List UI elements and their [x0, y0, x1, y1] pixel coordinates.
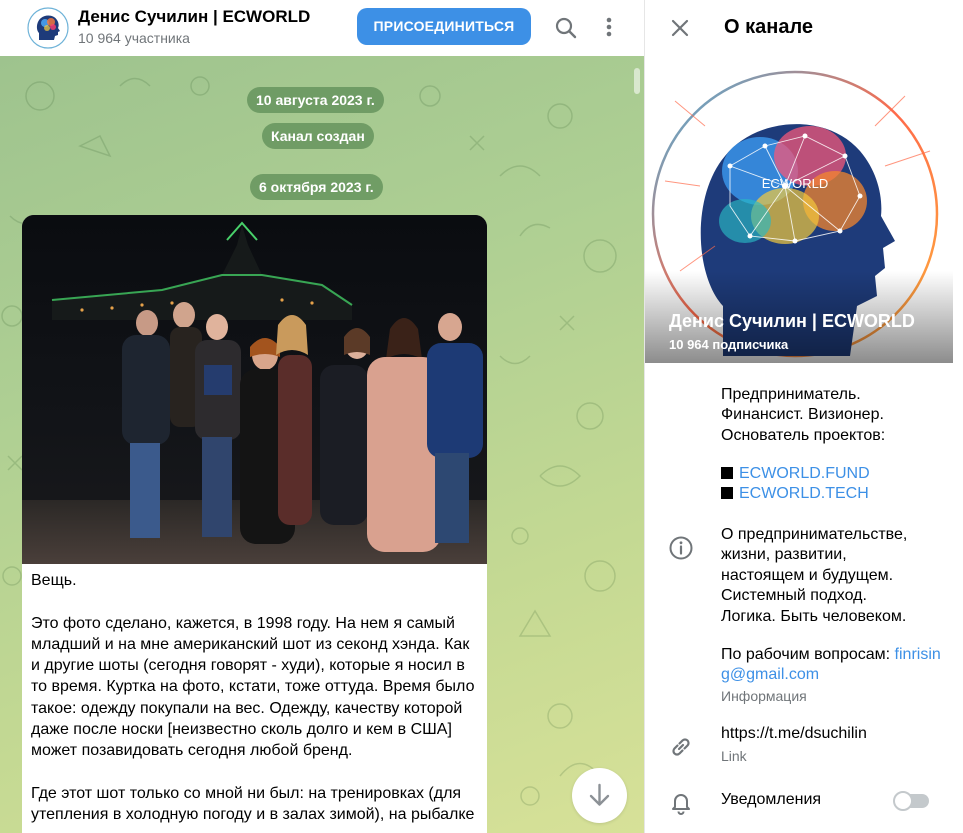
description-line: Логика. Быть человеком.: [721, 607, 907, 625]
subscriber-count: 10 964 подписчика: [669, 337, 789, 352]
member-count: 10 964 участника: [78, 30, 190, 46]
post-text: Вещь. Это фото сделано, кажется, в 1998 …: [31, 570, 481, 833]
project-link-tech[interactable]: ECWORLD.TECH: [721, 484, 943, 504]
date-divider: 6 октября 2023 г.: [250, 174, 383, 200]
scroll-down-button[interactable]: [572, 768, 627, 823]
info-icon: [667, 534, 695, 562]
channel-bio: Предприниматель. Финансист. Визионер. Ос…: [721, 385, 943, 446]
arrow-down-icon: [589, 783, 610, 806]
contact-info: По рабочим вопросам: finrising@gmail.com: [721, 645, 943, 686]
description-line: жизни, развитии,: [721, 546, 847, 564]
link-icon: [667, 733, 695, 761]
post-photo[interactable]: [22, 215, 487, 564]
description-line: настоящем и будущем.: [721, 566, 894, 584]
chat-header: Денис Сучилин | ECWORLD 10 964 участника…: [0, 0, 644, 56]
bell-icon: [667, 788, 695, 816]
black-square-icon: [721, 487, 733, 500]
link-text[interactable]: ECWORLD.TECH: [739, 485, 869, 502]
channel-avatar[interactable]: [27, 7, 69, 49]
notifications-toggle[interactable]: [893, 791, 929, 811]
bio-line: Основатель проектов:: [721, 426, 886, 444]
post-paragraph: Это фото сделано, кажется, в 1998 году. …: [31, 614, 475, 760]
panel-title: О канале: [724, 16, 814, 38]
channel-info-panel: О канале ECWORLD Денис Сучилин | ECWORLD…: [644, 0, 963, 833]
chat-scrollbar[interactable]: [634, 68, 640, 94]
search-icon[interactable]: [552, 14, 580, 42]
info-caption: Информация: [721, 688, 807, 704]
channel-post: Вещь. Это фото сделано, кажется, в 1998 …: [22, 215, 487, 833]
chat-background: 10 августа 2023 г. Канал создан 6 октябр…: [0, 56, 644, 833]
project-links: ECWORLD.FUND ECWORLD.TECH: [721, 464, 943, 505]
close-icon[interactable]: [667, 15, 693, 41]
channel-link[interactable]: https://t.me/dsuchilin: [721, 724, 943, 744]
toggle-knob: [893, 791, 913, 811]
bio-line: Предприниматель.: [721, 386, 861, 403]
brain-logo-icon: [27, 7, 69, 49]
link-text[interactable]: ECWORLD.FUND: [739, 465, 870, 482]
svg-text:ECWORLD: ECWORLD: [762, 176, 828, 191]
description-line: Системный подход.: [721, 587, 867, 605]
service-message: Канал создан: [262, 123, 374, 149]
post-paragraph: Где этот шот только со мной ни был: на т…: [31, 784, 475, 824]
link-caption: Link: [721, 748, 747, 764]
chat-view: Денис Сучилин | ECWORLD 10 964 участника…: [0, 0, 644, 833]
channel-cover[interactable]: ECWORLD Денис Сучилин | ECWORLD 10 964 п…: [645, 56, 953, 363]
bio-line: Финансист. Визионер.: [721, 406, 884, 424]
channel-name: Денис Сучилин | ECWORLD: [669, 311, 915, 331]
group-photo-image: [22, 215, 487, 564]
join-button[interactable]: ПРИСОЕДИНИТЬСЯ: [357, 8, 531, 45]
black-square-icon: [721, 467, 733, 479]
contact-prefix: По рабочим вопросам:: [721, 646, 895, 663]
description-line: О предпринимательстве,: [721, 526, 908, 543]
date-divider: 10 августа 2023 г.: [247, 87, 384, 113]
more-vertical-icon[interactable]: [598, 14, 620, 42]
project-link-fund[interactable]: ECWORLD.FUND: [721, 464, 943, 484]
post-heading: Вещь.: [31, 572, 77, 589]
chat-title[interactable]: Денис Сучилин | ECWORLD: [78, 7, 310, 27]
channel-description: О предпринимательстве, жизни, развитии, …: [721, 525, 943, 627]
panel-header: О канале: [645, 0, 963, 56]
